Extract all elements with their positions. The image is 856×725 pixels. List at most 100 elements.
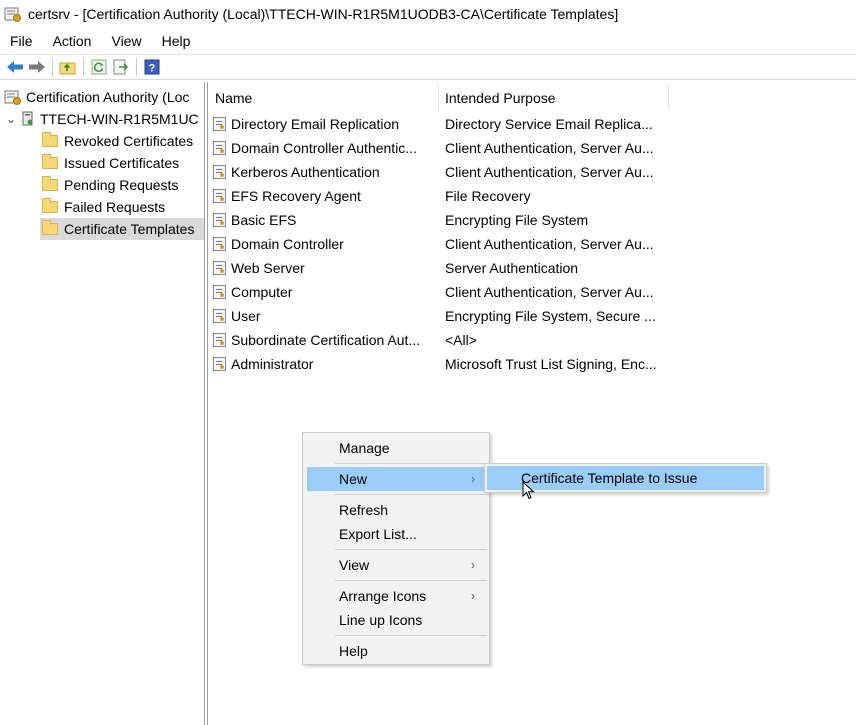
certificate-template-icon <box>213 213 226 227</box>
tree-root-item[interactable]: Certification Authority (Loc <box>4 86 189 108</box>
table-row[interactable]: Directory Email Replication Directory Se… <box>209 112 669 136</box>
console-tree: Certification Authority (Loc ⌄ TTECH-WIN… <box>0 82 205 725</box>
tree-item-issued-certificates[interactable]: Issued Certificates <box>42 152 179 174</box>
refresh-icon[interactable] <box>88 57 110 77</box>
menu-item-manage[interactable]: Manage <box>307 436 485 460</box>
table-row[interactable]: Web Server Server Authentication <box>209 256 669 280</box>
menu-separator <box>335 463 487 464</box>
template-name: Computer <box>231 284 293 300</box>
table-row[interactable]: Administrator Microsoft Trust List Signi… <box>209 352 669 376</box>
template-name: Subordinate Certification Aut... <box>231 332 421 348</box>
tree-item-label: Issued Certificates <box>64 155 180 171</box>
help-icon[interactable]: ? <box>141 57 163 77</box>
menu-item-export-list[interactable]: Export List... <box>307 522 485 546</box>
template-purpose: Client Authentication, Server Au... <box>445 284 654 300</box>
certificate-template-icon <box>213 357 226 371</box>
table-row[interactable]: Domain Controller Client Authentication,… <box>209 232 669 256</box>
table-row[interactable]: Kerberos Authentication Client Authentic… <box>209 160 669 184</box>
tree-item-label: Pending Requests <box>64 177 179 193</box>
table-row[interactable]: Domain Controller Authentic... Client Au… <box>209 136 669 160</box>
menu-item-line-up-icons[interactable]: Line up Icons <box>307 608 485 632</box>
menu-separator <box>335 635 487 636</box>
template-purpose: Encrypting File System, Secure ... <box>445 308 656 324</box>
menu-bar: File Action View Help <box>0 30 200 52</box>
chevron-right-icon: › <box>471 589 475 603</box>
tree-item-pending-requests[interactable]: Pending Requests <box>42 174 178 196</box>
menu-item-refresh[interactable]: Refresh <box>307 498 485 522</box>
ca-server-icon <box>20 111 36 127</box>
menu-item-label: Certificate Template to Issue <box>521 470 698 486</box>
column-divider[interactable] <box>668 84 669 110</box>
template-name: EFS Recovery Agent <box>231 188 361 204</box>
tree-item-certificate-templates[interactable]: Certificate Templates <box>40 218 204 240</box>
certsrv-app-icon <box>4 5 22 23</box>
menu-item-label: New <box>339 471 368 487</box>
back-icon[interactable] <box>4 57 26 77</box>
certificate-template-icon <box>213 285 226 299</box>
certificate-template-icon <box>213 117 226 131</box>
tree-item-label: Failed Requests <box>64 199 166 215</box>
svg-text:?: ? <box>149 63 156 75</box>
tree-root-label: Certification Authority (Loc <box>26 89 190 105</box>
chevron-right-icon: › <box>471 558 475 572</box>
folder-icon <box>42 154 58 169</box>
certificate-template-icon <box>213 141 226 155</box>
chevron-down-icon[interactable]: ⌄ <box>6 112 20 126</box>
table-row[interactable]: Subordinate Certification Aut... <All> <box>209 328 669 352</box>
template-purpose: Client Authentication, Server Au... <box>445 140 654 156</box>
template-purpose: Directory Service Email Replica... <box>445 116 653 132</box>
certificate-template-icon <box>213 261 226 275</box>
certificate-template-icon <box>213 237 226 251</box>
table-row[interactable]: EFS Recovery Agent File Recovery <box>209 184 669 208</box>
column-header-intended-purpose[interactable]: Intended Purpose <box>439 82 669 114</box>
menu-item-label: Export List... <box>339 526 417 542</box>
pane-splitter[interactable] <box>207 82 208 725</box>
toolbar-separator <box>136 58 137 76</box>
menu-help[interactable]: Help <box>152 30 201 52</box>
tree-item-revoked-certificates[interactable]: Revoked Certificates <box>42 130 193 152</box>
tree-item-label: Revoked Certificates <box>64 133 194 149</box>
menu-item-view[interactable]: View › <box>307 553 485 577</box>
menu-action[interactable]: Action <box>43 30 102 52</box>
menu-item-help[interactable]: Help <box>307 639 485 663</box>
folder-icon <box>42 198 58 213</box>
template-name: Domain Controller <box>231 236 344 252</box>
template-purpose: Encrypting File System <box>445 212 589 228</box>
export-list-icon[interactable] <box>110 57 132 77</box>
tree-item-label: Certificate Templates <box>64 221 195 237</box>
window-title: certsrv - [Certification Authority (Loca… <box>28 6 619 22</box>
menu-item-label: Line up Icons <box>339 612 423 628</box>
menu-item-label: View <box>339 557 370 573</box>
menu-item-new[interactable]: New › <box>307 467 485 491</box>
menu-view[interactable]: View <box>101 30 151 52</box>
template-name: User <box>231 308 261 324</box>
menu-item-label: Refresh <box>339 502 389 518</box>
mouse-cursor-icon <box>522 480 536 501</box>
folder-icon <box>42 176 58 191</box>
menu-separator <box>335 494 487 495</box>
forward-icon[interactable] <box>26 57 48 77</box>
up-folder-icon[interactable] <box>57 57 79 77</box>
menu-item-arrange-icons[interactable]: Arrange Icons › <box>307 584 485 608</box>
template-purpose: Client Authentication, Server Au... <box>445 164 654 180</box>
template-name: Web Server <box>231 260 305 276</box>
toolbar-separator <box>83 58 84 76</box>
folder-icon <box>42 132 58 147</box>
template-name: Kerberos Authentication <box>231 164 380 180</box>
menu-file[interactable]: File <box>0 30 43 52</box>
menu-separator <box>335 580 487 581</box>
table-row[interactable]: Basic EFS Encrypting File System <box>209 208 669 232</box>
menu-separator <box>335 549 487 550</box>
menu-item-label: Arrange Icons <box>339 588 427 604</box>
menu-item-label: Help <box>339 643 368 659</box>
template-name: Basic EFS <box>231 212 297 228</box>
table-row[interactable]: Computer Client Authentication, Server A… <box>209 280 669 304</box>
table-row[interactable]: User Encrypting File System, Secure ... <box>209 304 669 328</box>
tree-item-failed-requests[interactable]: Failed Requests <box>42 196 165 218</box>
column-header-name[interactable]: Name <box>209 82 439 114</box>
folder-icon <box>42 220 58 235</box>
certification-authority-icon <box>4 88 22 106</box>
tree-ca-item[interactable]: ⌄ TTECH-WIN-R1R5M1UC <box>6 108 199 130</box>
certificate-template-icon <box>213 333 226 347</box>
tree-ca-label: TTECH-WIN-R1R5M1UC <box>40 111 199 127</box>
